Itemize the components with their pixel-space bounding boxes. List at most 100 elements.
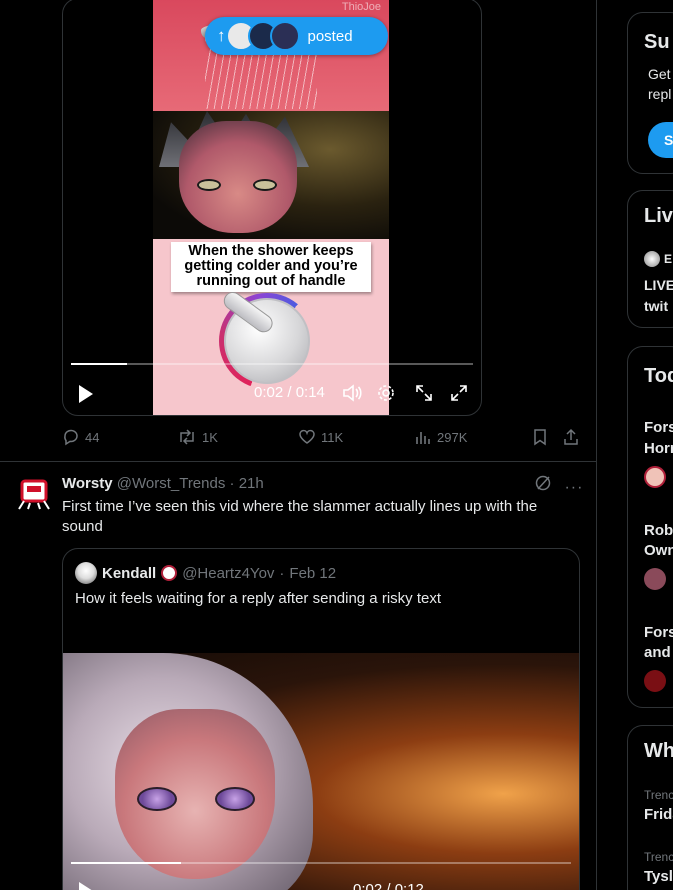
play-icon [79, 385, 93, 403]
play-button[interactable] [79, 385, 93, 403]
video-watermark: ThioJoe [341, 1, 381, 13]
whats-happening-card: Wh Trenc Frida Trenc Tysl [627, 725, 673, 890]
new-posts-pill[interactable]: ↑ posted [205, 17, 388, 55]
pill-avatar [269, 21, 300, 51]
repost-count: 1K [202, 429, 218, 445]
fullscreen-icon [451, 385, 467, 401]
video-progress-fill [71, 862, 181, 864]
fullscreen-button[interactable] [450, 384, 468, 406]
quote-avatar [75, 562, 97, 584]
tweet-header-icons: ··· [534, 474, 583, 497]
subscribe-line1: Get [648, 66, 671, 82]
bookmark-button[interactable] [532, 428, 548, 446]
live-item-line1[interactable]: LIVE [644, 277, 673, 293]
live-title: Liv [644, 205, 673, 227]
repost-icon [180, 429, 194, 445]
character-eye-right [253, 179, 277, 191]
trend-context: Trenc [644, 788, 673, 802]
news-avatar [644, 670, 666, 692]
picture-in-picture-button[interactable] [415, 384, 433, 406]
views-button[interactable]: 297K [414, 428, 467, 446]
quote-video-player[interactable]: 0:02 / 0:12 [63, 653, 579, 890]
share-icon [564, 428, 578, 445]
like-button[interactable]: 11K [298, 428, 343, 446]
news-avatar [644, 568, 666, 590]
reply-icon [64, 429, 78, 446]
tweet-text: First time I’ve seen this vid where the … [62, 498, 538, 535]
analytics-icon [416, 432, 430, 444]
volume-button[interactable] [342, 384, 362, 406]
quote-author-handle: @Heartz4Yov [182, 564, 275, 582]
character-face [179, 121, 297, 233]
tweet-time[interactable]: 21h [239, 475, 264, 492]
character-eye-left [197, 179, 221, 191]
picture-in-picture-icon [416, 385, 432, 401]
video-progress-bar[interactable] [71, 363, 473, 365]
subscribe-title: Su [644, 31, 670, 53]
view-count: 297K [437, 429, 468, 445]
gear-icon [378, 385, 394, 401]
today-news-card: Tod Fors Horn Rob Own Fors and [627, 346, 673, 708]
live-host-initial: E [664, 252, 673, 266]
news-item-line2[interactable]: and [644, 644, 671, 661]
character-eye-right [215, 787, 255, 811]
like-count: 11K [321, 429, 344, 445]
author-name[interactable]: Worsty [62, 475, 113, 492]
author-handle[interactable]: @Worst_Trends [117, 475, 226, 492]
repost-button[interactable]: 1K [177, 428, 218, 446]
quote-text: How it feels waiting for a reply after s… [75, 590, 441, 607]
grok-button[interactable] [534, 475, 556, 496]
avatar[interactable] [14, 473, 54, 513]
reply-button[interactable]: 44 [62, 428, 99, 446]
meme-caption: When the shower keeps getting colder and… [171, 242, 371, 292]
news-avatar [644, 466, 666, 488]
quote-date: Feb 12 [289, 564, 337, 582]
video-time: 0:02 / 0:14 [254, 384, 325, 401]
character-face [115, 709, 275, 879]
tweet-header: Worsty @Worst_Trends · 21h [62, 475, 264, 492]
live-item-line2[interactable]: twit [644, 298, 668, 314]
grok-icon [535, 475, 551, 491]
today-title: Tod [644, 365, 673, 387]
tweet-divider [0, 461, 596, 462]
live-host-avatar [644, 251, 660, 267]
volume-icon [343, 384, 362, 402]
live-card: Liv E LIVE twit [627, 190, 673, 328]
subscribe-line2: repl [648, 86, 672, 102]
subscribe-button[interactable]: S [648, 122, 673, 158]
news-item-line1[interactable]: Rob [644, 522, 673, 539]
share-button[interactable] [562, 428, 580, 446]
trend-name[interactable]: Tysl [644, 868, 673, 885]
arrow-up-icon: ↑ [217, 26, 226, 45]
video-progress-bar[interactable] [71, 862, 571, 864]
trend-context: Trenc [644, 850, 673, 864]
play-button[interactable] [79, 882, 93, 890]
heart-icon [299, 429, 315, 444]
separator-dot: · [229, 475, 235, 492]
news-item-line1[interactable]: Fors [644, 419, 673, 436]
play-icon [79, 882, 93, 890]
quote-author-name: Kendall [102, 564, 157, 582]
news-item-line2[interactable]: Horn [644, 440, 673, 457]
news-item-line2[interactable]: Own [644, 542, 673, 559]
subscribe-card: Su Get repl S [627, 12, 673, 174]
badge-icon [161, 565, 178, 581]
video-frame: ThioJoe When the shower keeps getting co… [153, 0, 389, 415]
quote-header: Kendall @Heartz4Yov · Feb 12 [75, 562, 336, 584]
worsty-avatar-icon [18, 479, 50, 510]
main-feed: ThioJoe When the shower keeps getting co… [0, 0, 597, 890]
whats-title: Wh [644, 740, 673, 762]
quoted-tweet[interactable]: Kendall @Heartz4Yov · Feb 12 How it feel… [62, 548, 580, 890]
trend-name[interactable]: Frida [644, 806, 673, 823]
posted-label: posted [307, 27, 353, 45]
more-options-icon[interactable]: ··· [564, 479, 583, 496]
meme-panel-character [153, 111, 389, 239]
separator-dot: · [279, 564, 285, 582]
news-item-line1[interactable]: Fors [644, 624, 673, 641]
tweet-video-player[interactable]: ThioJoe When the shower keeps getting co… [62, 0, 482, 416]
video-time: 0:02 / 0:12 [353, 881, 424, 890]
settings-button[interactable] [377, 384, 395, 406]
reply-count: 44 [85, 429, 100, 445]
bookmark-icon [534, 429, 546, 446]
video-progress-fill [71, 363, 128, 365]
